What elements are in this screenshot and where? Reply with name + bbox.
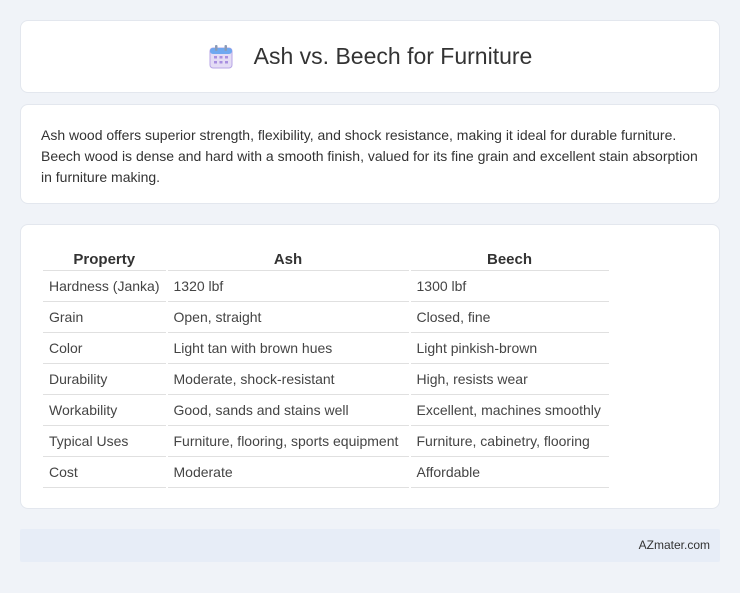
intro-text: Ash wood offers superior strength, flexi…: [41, 127, 698, 185]
ash-cell: Light tan with brown hues: [167, 333, 409, 364]
property-cell: Cost: [43, 457, 166, 488]
ash-cell: Good, sands and stains well: [167, 395, 409, 426]
intro-card: Ash wood offers superior strength, flexi…: [20, 104, 720, 204]
table-row: Hardness (Janka) 1320 lbf 1300 lbf: [43, 271, 609, 302]
beech-cell: 1300 lbf: [410, 271, 609, 302]
table-row: Color Light tan with brown hues Light pi…: [43, 333, 609, 364]
beech-cell: Furniture, cabinetry, flooring: [410, 426, 609, 457]
ash-cell: Moderate: [167, 457, 409, 488]
beech-cell: Excellent, machines smoothly: [410, 395, 609, 426]
table-header-row: Property Ash Beech: [43, 247, 609, 271]
table-row: Cost Moderate Affordable: [43, 457, 609, 488]
page-title: Ash vs. Beech for Furniture: [253, 43, 533, 69]
beech-cell: Closed, fine: [410, 302, 609, 333]
comparison-table-card: Property Ash Beech Hardness (Janka) 1320…: [20, 224, 720, 509]
calendar-icon: [208, 44, 234, 69]
footer: AZmater.com: [20, 529, 720, 562]
property-cell: Grain: [43, 302, 166, 333]
table-row: Grain Open, straight Closed, fine: [43, 302, 609, 333]
ash-cell: Moderate, shock-resistant: [167, 364, 409, 395]
beech-cell: Affordable: [410, 457, 609, 488]
property-cell: Color: [43, 333, 166, 364]
table-row: Workability Good, sands and stains well …: [43, 395, 609, 426]
property-cell: Durability: [43, 364, 166, 395]
footer-site-link[interactable]: AZmater.com: [639, 538, 710, 552]
beech-cell: Light pinkish-brown: [410, 333, 609, 364]
column-header-beech: Beech: [410, 247, 609, 271]
property-cell: Hardness (Janka): [43, 271, 166, 302]
ash-cell: Open, straight: [167, 302, 409, 333]
table-row: Typical Uses Furniture, flooring, sports…: [43, 426, 609, 457]
header-card: Ash vs. Beech for Furniture: [20, 20, 720, 93]
property-cell: Typical Uses: [43, 426, 166, 457]
table-row: Durability Moderate, shock-resistant Hig…: [43, 364, 609, 395]
comparison-table: Property Ash Beech Hardness (Janka) 1320…: [41, 247, 611, 488]
property-cell: Workability: [43, 395, 166, 426]
ash-cell: 1320 lbf: [167, 271, 409, 302]
beech-cell: High, resists wear: [410, 364, 609, 395]
column-header-ash: Ash: [167, 247, 409, 271]
column-header-property: Property: [43, 247, 166, 271]
ash-cell: Furniture, flooring, sports equipment: [167, 426, 409, 457]
